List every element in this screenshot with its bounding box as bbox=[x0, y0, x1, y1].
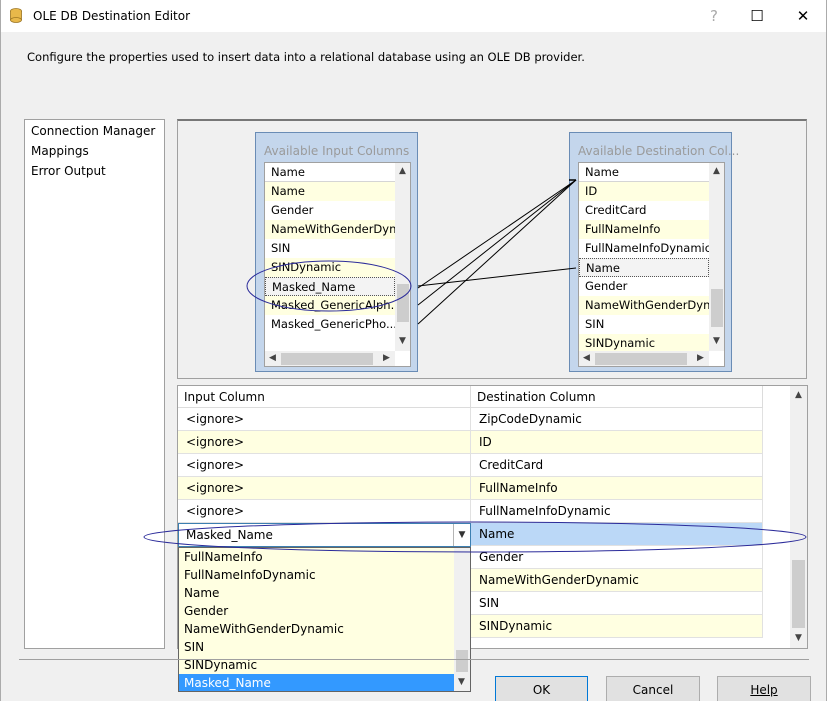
input-column-dropdown-list[interactable]: FullNameInfo FullNameInfoDynamic Name Ge… bbox=[178, 547, 471, 692]
available-destination-title: Available Destination Col... bbox=[578, 144, 740, 158]
mapping-diagram: Available Input Columns Name Name Gender… bbox=[177, 119, 807, 379]
scroll-thumb[interactable] bbox=[397, 284, 409, 322]
description-text: Configure the properties used to insert … bbox=[27, 50, 585, 64]
destination-list-vscrollbar[interactable]: ▲ ▼ bbox=[709, 163, 724, 351]
dropdown-vscrollbar[interactable]: ▼ bbox=[454, 548, 470, 691]
scroll-left-arrow-icon[interactable]: ◀ bbox=[265, 351, 280, 366]
scroll-right-arrow-icon[interactable]: ▶ bbox=[693, 351, 708, 366]
dropdown-option[interactable]: Name bbox=[179, 584, 455, 602]
cancel-button[interactable]: Cancel bbox=[606, 676, 700, 701]
scroll-down-arrow-icon[interactable]: ▼ bbox=[454, 675, 469, 690]
nav-item-mappings[interactable]: Mappings bbox=[31, 142, 89, 160]
scroll-left-arrow-icon[interactable]: ◀ bbox=[579, 351, 594, 366]
available-destination-list: Name ID CreditCard FullNameInfo FullName… bbox=[578, 162, 725, 367]
app-icon bbox=[10, 8, 22, 23]
input-column-item[interactable]: NameWithGenderDyn... bbox=[265, 220, 395, 239]
scroll-down-arrow-icon[interactable]: ▼ bbox=[709, 334, 724, 349]
grid-header-destination-column[interactable]: Destination Column bbox=[471, 386, 763, 408]
dropdown-option[interactable]: FullNameInfoDynamic bbox=[179, 566, 455, 584]
scroll-thumb[interactable] bbox=[281, 353, 373, 365]
nav-item-error-output[interactable]: Error Output bbox=[31, 162, 106, 180]
grid-cell-input[interactable]: <ignore> bbox=[178, 477, 471, 500]
dropdown-option[interactable]: FullNameInfo bbox=[179, 548, 455, 566]
ok-button[interactable]: OK bbox=[495, 676, 588, 701]
grid-cell-destination-selected[interactable]: Name bbox=[471, 523, 763, 546]
destination-column-item[interactable]: CreditCard bbox=[579, 201, 709, 220]
grid-cell-destination[interactable]: FullNameInfo bbox=[471, 477, 763, 500]
available-input-title: Available Input Columns bbox=[264, 144, 410, 158]
grid-cell-destination[interactable]: SIN bbox=[471, 592, 763, 615]
input-list-header: Name bbox=[265, 163, 395, 182]
grid-cell-destination[interactable]: NameWithGenderDynamic bbox=[471, 569, 763, 592]
dropdown-option-selected[interactable]: Masked_Name bbox=[179, 674, 455, 691]
title-help-button[interactable]: ? bbox=[691, 0, 737, 32]
grid-cell-input[interactable]: <ignore> bbox=[178, 500, 471, 523]
scroll-up-arrow-icon[interactable]: ▲ bbox=[395, 164, 410, 179]
destination-column-item[interactable]: NameWithGenderDyn... bbox=[579, 296, 709, 315]
destination-column-item[interactable]: Gender bbox=[579, 277, 709, 296]
destination-list-header: Name bbox=[579, 163, 709, 182]
grid-cell-destination[interactable]: ZipCodeDynamic bbox=[471, 408, 763, 431]
grid-header-input-column[interactable]: Input Column bbox=[178, 386, 471, 408]
available-destination-columns-box: Available Destination Col... Name ID Cre… bbox=[569, 132, 739, 372]
input-column-item[interactable]: SIN bbox=[265, 239, 395, 258]
scroll-thumb[interactable] bbox=[456, 650, 468, 672]
input-column-item[interactable]: Gender bbox=[265, 201, 395, 220]
nav-item-connection-manager[interactable]: Connection Manager bbox=[31, 122, 155, 140]
scroll-thumb[interactable] bbox=[792, 560, 805, 628]
input-column-item[interactable]: Name bbox=[265, 182, 395, 201]
title-bar: OLE DB Destination Editor ? ☐ ✕ bbox=[1, 0, 826, 32]
available-input-columns-box: Available Input Columns Name Name Gender… bbox=[255, 132, 418, 372]
input-list-hscrollbar[interactable]: ◀ ▶ bbox=[265, 351, 395, 366]
scroll-up-arrow-icon[interactable]: ▲ bbox=[791, 388, 806, 403]
navigation-panel: Connection Manager Mappings Error Output bbox=[24, 119, 165, 649]
close-button[interactable]: ✕ bbox=[780, 0, 826, 32]
input-column-item[interactable]: SINDynamic bbox=[265, 258, 395, 277]
input-list-vscrollbar[interactable]: ▲ ▼ bbox=[395, 163, 410, 351]
window-title: OLE DB Destination Editor bbox=[33, 9, 191, 23]
input-column-combo[interactable]: Masked_Name ▼ bbox=[178, 523, 471, 547]
help-button[interactable]: Help bbox=[717, 676, 811, 701]
scroll-down-arrow-icon[interactable]: ▼ bbox=[395, 334, 410, 349]
destination-list-hscrollbar[interactable]: ◀ ▶ bbox=[579, 351, 709, 366]
destination-column-item[interactable]: ID bbox=[579, 182, 709, 201]
ole-db-destination-editor-window: OLE DB Destination Editor ? ☐ ✕ Configur… bbox=[0, 0, 827, 701]
input-column-item[interactable]: Masked_GenericAlph... bbox=[265, 296, 395, 315]
grid-cell-destination[interactable]: SINDynamic bbox=[471, 615, 763, 638]
destination-column-item[interactable]: FullNameInfoDynamic bbox=[579, 239, 709, 258]
scroll-down-arrow-icon[interactable]: ▼ bbox=[791, 631, 806, 646]
grid-cell-destination[interactable]: FullNameInfoDynamic bbox=[471, 500, 763, 523]
grid-vscrollbar[interactable]: ▲ ▼ bbox=[790, 386, 807, 648]
grid-cell-destination[interactable]: CreditCard bbox=[471, 454, 763, 477]
chevron-down-icon[interactable]: ▼ bbox=[453, 524, 470, 546]
destination-column-item[interactable]: FullNameInfo bbox=[579, 220, 709, 239]
dropdown-option[interactable]: NameWithGenderDynamic bbox=[179, 620, 455, 638]
scroll-up-arrow-icon[interactable]: ▲ bbox=[709, 164, 724, 179]
available-input-list: Name Name Gender NameWithGenderDyn... SI… bbox=[264, 162, 411, 367]
scroll-thumb[interactable] bbox=[711, 289, 723, 327]
scroll-thumb[interactable] bbox=[595, 353, 687, 365]
dropdown-option[interactable]: SIN bbox=[179, 638, 455, 656]
destination-column-item-name[interactable]: Name bbox=[579, 258, 709, 277]
grid-cell-input[interactable]: <ignore> bbox=[178, 431, 471, 454]
grid-cell-input[interactable]: <ignore> bbox=[178, 454, 471, 477]
input-column-item-masked-name[interactable]: Masked_Name bbox=[265, 277, 395, 296]
destination-column-item[interactable]: SIN bbox=[579, 315, 709, 334]
grid-cell-destination[interactable]: Gender bbox=[471, 546, 763, 569]
input-column-item[interactable]: Masked_GenericPho... bbox=[265, 315, 395, 334]
dropdown-option[interactable]: Gender bbox=[179, 602, 455, 620]
grid-cell-input[interactable]: <ignore> bbox=[178, 408, 471, 431]
scroll-right-arrow-icon[interactable]: ▶ bbox=[379, 351, 394, 366]
maximize-button[interactable]: ☐ bbox=[734, 0, 780, 32]
combo-selected-value: Masked_Name bbox=[186, 528, 273, 542]
grid-cell-destination[interactable]: ID bbox=[471, 431, 763, 454]
divider bbox=[19, 659, 809, 660]
